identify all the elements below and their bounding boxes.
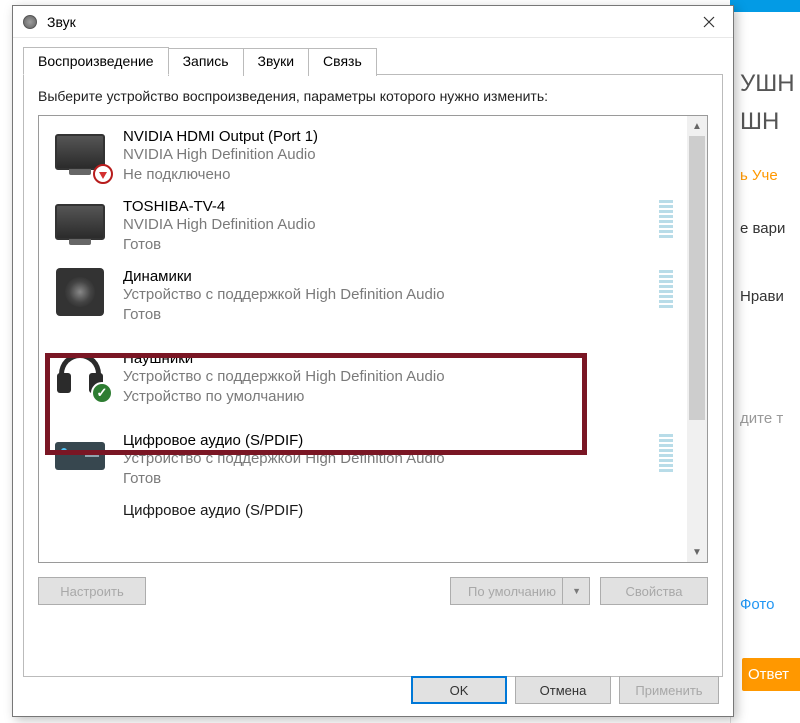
monitor-icon	[51, 196, 109, 248]
bg-text-1: ь Уче	[740, 167, 800, 184]
bg-text-2: е вари	[740, 220, 800, 237]
tab-strip: Воспроизведение Запись Звуки Связь	[23, 46, 723, 75]
scroll-down-arrow[interactable]: ▼	[687, 542, 707, 562]
monitor-disconnected-icon	[51, 126, 109, 178]
device-name: Динамики	[123, 268, 643, 285]
speaker-icon	[51, 266, 109, 318]
level-meter	[657, 196, 675, 238]
background-page: УШН ШН ь Уче е вари Нрави дите т Фото От…	[730, 0, 800, 723]
tab-communications[interactable]: Связь	[308, 48, 377, 76]
properties-button[interactable]: Свойства	[600, 577, 708, 605]
sound-dialog: Звук Воспроизведение Запись Звуки Связь …	[12, 5, 734, 717]
spdif-icon	[51, 430, 109, 482]
device-list: NVIDIA HDMI Output (Port 1) NVIDIA High …	[38, 115, 708, 563]
device-status: Готов	[123, 235, 643, 255]
bg-text-4: дите т	[740, 410, 800, 427]
scroll-thumb[interactable]	[689, 136, 705, 420]
bg-text-3: Нрави	[740, 288, 800, 305]
tab-sounds[interactable]: Звуки	[243, 48, 310, 76]
set-default-button[interactable]: По умолчанию ▼	[450, 577, 590, 605]
tab-area: Воспроизведение Запись Звуки Связь Выбер…	[13, 38, 733, 677]
ok-button[interactable]: OK	[411, 676, 507, 704]
bg-heading-2: ШН	[740, 108, 800, 136]
device-driver: Устройство с поддержкой High Definition …	[123, 285, 643, 305]
scrollbar[interactable]: ▲ ▼	[687, 116, 707, 562]
tab-playback[interactable]: Воспроизведение	[23, 47, 169, 75]
scroll-track[interactable]	[687, 136, 707, 542]
bg-heading-1: УШН	[740, 70, 800, 98]
dialog-button-row: OK Отмена Применить	[411, 666, 719, 704]
device-status: Готов	[123, 305, 643, 325]
scroll-up-arrow[interactable]: ▲	[687, 116, 707, 136]
device-name: Цифровое аудио (S/PDIF)	[123, 502, 675, 519]
bg-answer-button[interactable]: Ответ	[742, 658, 800, 691]
device-status: Готов	[123, 469, 643, 489]
dialog-title: Звук	[47, 14, 685, 30]
device-driver: NVIDIA High Definition Audio	[123, 145, 675, 165]
device-action-row: Настроить По умолчанию ▼ Свойства	[38, 577, 708, 605]
tab-content: Выберите устройство воспроизведения, пар…	[23, 75, 723, 677]
tab-recording[interactable]: Запись	[168, 48, 244, 76]
device-driver: Устройство с поддержкой High Definition …	[123, 367, 675, 387]
bg-photo-link[interactable]: Фото	[740, 596, 800, 613]
close-button[interactable]	[685, 6, 733, 38]
device-status: Не подключено	[123, 165, 675, 185]
device-row[interactable]: NVIDIA HDMI Output (Port 1) NVIDIA High …	[47, 120, 679, 190]
device-list-inner: NVIDIA HDMI Output (Port 1) NVIDIA High …	[39, 116, 687, 562]
chevron-down-icon: ▼	[572, 586, 581, 596]
titlebar: Звук	[13, 6, 733, 38]
device-row[interactable]: ✓ Наушники Устройство с поддержкой High …	[47, 330, 679, 424]
apply-button[interactable]: Применить	[619, 676, 719, 704]
device-name: TOSHIBA-TV-4	[123, 198, 643, 215]
device-status: Устройство по умолчанию	[123, 387, 675, 407]
configure-button[interactable]: Настроить	[38, 577, 146, 605]
device-name: Наушники	[123, 350, 675, 367]
headphones-default-icon: ✓	[51, 348, 109, 400]
sound-icon	[21, 13, 39, 31]
level-meter	[657, 266, 675, 308]
background-top-bar	[730, 0, 800, 12]
level-meter	[657, 430, 675, 472]
instruction-text: Выберите устройство воспроизведения, пар…	[38, 87, 708, 105]
device-name: NVIDIA HDMI Output (Port 1)	[123, 128, 675, 145]
device-row[interactable]: Динамики Устройство с поддержкой High De…	[47, 260, 679, 330]
set-default-label: По умолчанию	[468, 584, 556, 599]
device-driver: NVIDIA High Definition Audio	[123, 215, 643, 235]
device-driver: Устройство с поддержкой High Definition …	[123, 449, 643, 469]
device-row[interactable]: Цифровое аудио (S/PDIF)	[47, 494, 679, 558]
device-icon	[51, 500, 109, 552]
cancel-button[interactable]: Отмена	[515, 676, 611, 704]
device-row[interactable]: Цифровое аудио (S/PDIF) Устройство с под…	[47, 424, 679, 494]
device-name: Цифровое аудио (S/PDIF)	[123, 432, 643, 449]
device-row[interactable]: TOSHIBA-TV-4 NVIDIA High Definition Audi…	[47, 190, 679, 260]
